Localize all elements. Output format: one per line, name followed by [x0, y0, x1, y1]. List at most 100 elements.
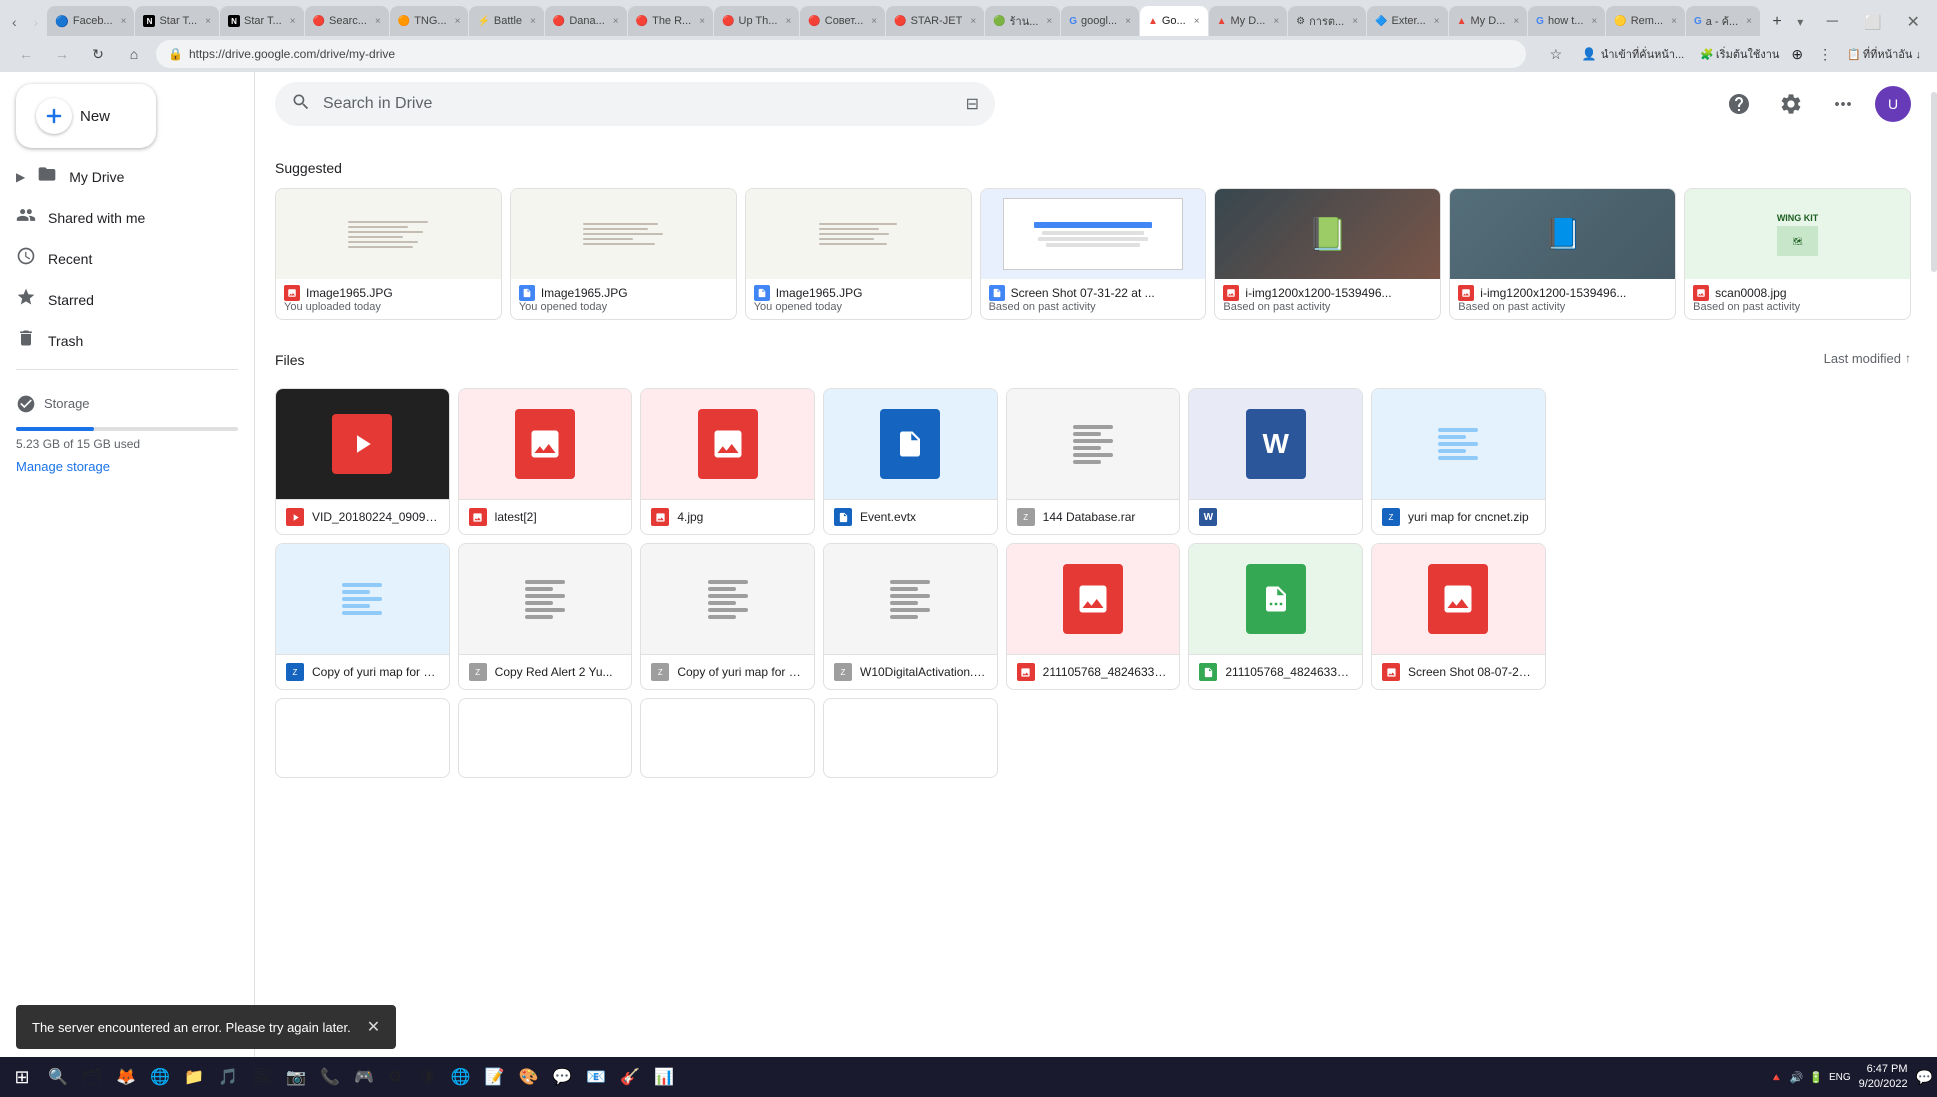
- tab-battle[interactable]: ⚡ Battle ×: [469, 6, 543, 36]
- taskbar-item-folder[interactable]: 📁: [178, 1059, 210, 1095]
- minimize-button[interactable]: ─: [1813, 8, 1852, 36]
- file-card-rar[interactable]: Z 144 Database.rar: [1006, 388, 1181, 535]
- close-window-button[interactable]: ✕: [1894, 8, 1933, 36]
- tab-thai[interactable]: 🟢 ร้าน... ×: [985, 6, 1060, 36]
- profile-button[interactable]: 👤 นำเข้าที่คั่นหน้า...: [1574, 45, 1692, 63]
- suggested-card-5[interactable]: 📗 i-img1200x1200-1539496... Based on pas…: [1214, 188, 1441, 320]
- new-button[interactable]: New: [16, 84, 156, 148]
- taskbar-item-media[interactable]: 🎵: [212, 1059, 244, 1095]
- file-card-doc1[interactable]: 211105768_48246334...: [1188, 543, 1363, 690]
- tab-thai2[interactable]: ⚙ การต... ×: [1288, 6, 1366, 36]
- taskbar-item-music[interactable]: 🎸: [614, 1059, 646, 1095]
- taskbar-item-email[interactable]: 📧: [580, 1059, 612, 1095]
- sort-bar[interactable]: Last modified ↑: [1824, 351, 1911, 366]
- tab-ther[interactable]: 🔴 The R... ×: [628, 6, 713, 36]
- url-bar[interactable]: 🔒 https://drive.google.com/drive/my-driv…: [156, 40, 1526, 68]
- scroll-indicator[interactable]: [1931, 92, 1937, 272]
- suggested-card-2[interactable]: Image1965.JPG You opened today: [510, 188, 737, 320]
- suggested-card-7[interactable]: WING KIT 🗺 scan0008.jpg: [1684, 188, 1911, 320]
- suggested-card-1[interactable]: Image1965.JPG You uploaded today: [275, 188, 502, 320]
- taskbar-search[interactable]: 🔍: [42, 1059, 74, 1095]
- file-card-row3-3[interactable]: [640, 698, 815, 778]
- tab-sovet[interactable]: 🔴 Совет... ×: [800, 6, 885, 36]
- tab-back-btn[interactable]: ‹: [4, 8, 25, 36]
- taskbar-item-camera[interactable]: 📷: [280, 1059, 312, 1095]
- file-card-img1[interactable]: 211105768_48246334...: [1006, 543, 1181, 690]
- tab-mydrive2[interactable]: ▲ My D... ×: [1449, 6, 1528, 36]
- back-button[interactable]: ←: [12, 40, 40, 68]
- tab-mydrive[interactable]: ▲ My D... ×: [1209, 6, 1288, 36]
- tab-list-button[interactable]: ▾: [1790, 8, 1811, 36]
- taskbar-item-firefox[interactable]: 🦊: [110, 1059, 142, 1095]
- sidebar-item-starred[interactable]: Starred: [0, 279, 246, 320]
- notifications-button[interactable]: 💬: [1916, 1069, 1933, 1086]
- taskbar-tray[interactable]: 🔺 🔊 🔋 ENG: [1770, 1071, 1851, 1084]
- taskbar-item-stats[interactable]: 📊: [648, 1059, 680, 1095]
- file-card-row3-1[interactable]: [275, 698, 450, 778]
- suggested-card-3[interactable]: Image1965.JPG You opened today: [745, 188, 972, 320]
- menu-button[interactable]: ⋮: [1811, 40, 1839, 68]
- forward-button[interactable]: →: [48, 40, 76, 68]
- file-card-row3-2[interactable]: [458, 698, 633, 778]
- sidebar-toggle[interactable]: 📋 ที่ที่หน้าอัน ↓: [1843, 45, 1925, 63]
- file-card-copy-yuri-gray[interactable]: Z Copy of yuri map for c...: [640, 543, 815, 690]
- file-card-event[interactable]: Event.evtx: [823, 388, 998, 535]
- start-button[interactable]: ⊞: [4, 1059, 40, 1095]
- tab-ext[interactable]: 🔷 Exter... ×: [1367, 6, 1448, 36]
- tab-star2[interactable]: N Star T... ×: [220, 6, 304, 36]
- file-card-word[interactable]: W W: [1188, 388, 1363, 535]
- taskbar-datetime[interactable]: 6:47 PM 9/20/2022: [1859, 1062, 1908, 1093]
- taskbar-item-phone[interactable]: 📞: [314, 1059, 346, 1095]
- filter-icon[interactable]: ⊟: [966, 94, 979, 114]
- taskbar-item-settings[interactable]: ⚙: [382, 1059, 408, 1095]
- file-card-screenshot[interactable]: Screen Shot 08-07-21 ...: [1371, 543, 1546, 690]
- file-card-vid[interactable]: VID_20180224_09092...: [275, 388, 450, 535]
- taskbar-item-file-explorer[interactable]: 🗂: [76, 1059, 108, 1095]
- suggested-card-6[interactable]: 📘 i-img1200x1200-1539496... Based on pas…: [1449, 188, 1676, 320]
- taskbar-item-photos[interactable]: 🖼: [246, 1059, 278, 1095]
- tab-forward-btn[interactable]: ›: [26, 8, 47, 36]
- tab-howto[interactable]: G how t... ×: [1528, 6, 1605, 36]
- notification-close[interactable]: ✕: [367, 1017, 380, 1037]
- sidebar-item-my-drive[interactable]: ▶ My Drive: [0, 156, 246, 197]
- bookmark-button[interactable]: ☆: [1542, 40, 1570, 68]
- file-card-4jpg[interactable]: 4.jpg: [640, 388, 815, 535]
- help-button[interactable]: [1719, 84, 1759, 124]
- file-card-w10[interactable]: Z W10DigitalActivation.z...: [823, 543, 998, 690]
- taskbar-item-games[interactable]: 🎮: [348, 1059, 380, 1095]
- file-card-yuri-zip[interactable]: Z yuri map for cncnet.zip: [1371, 388, 1546, 535]
- search-input[interactable]: [323, 95, 954, 113]
- sidebar-item-shared[interactable]: Shared with me: [0, 197, 246, 238]
- tab-ga[interactable]: G a - ค้... ×: [1686, 6, 1760, 36]
- file-card-row3-4[interactable]: [823, 698, 998, 778]
- taskbar-item-chat[interactable]: 💬: [546, 1059, 578, 1095]
- apps-button[interactable]: [1823, 84, 1863, 124]
- reload-button[interactable]: ↻: [84, 40, 112, 68]
- sidebar-item-recent[interactable]: Recent: [0, 238, 246, 279]
- suggested-card-4[interactable]: Screen Shot 07-31-22 at ... Based on pas…: [980, 188, 1207, 320]
- tab-facebook[interactable]: 🔵 Faceb... ×: [47, 6, 134, 36]
- tab-google[interactable]: G googl... ×: [1061, 6, 1139, 36]
- tab-upt[interactable]: 🔴 Up Th... ×: [714, 6, 799, 36]
- taskbar-item-edge[interactable]: 🌐: [445, 1059, 477, 1095]
- file-card-copy-yuri-blue[interactable]: Z Copy of yuri map for c...: [275, 543, 450, 690]
- tab-opera[interactable]: 🔴 Searc... ×: [305, 6, 389, 36]
- extensions-button[interactable]: 🧩 เริ่มต้นใช้งาน: [1696, 45, 1783, 63]
- taskbar-item-chrome[interactable]: 🌐: [144, 1059, 176, 1095]
- new-tab-button[interactable]: +: [1765, 8, 1789, 36]
- manage-storage-link[interactable]: Manage storage: [16, 459, 110, 474]
- sidebar-item-trash[interactable]: Trash: [0, 320, 246, 361]
- tab-starjet[interactable]: 🔴 STAR-JET ×: [886, 6, 984, 36]
- file-card-copy-red-alert[interactable]: Z Copy Red Alert 2 Yu...: [458, 543, 633, 690]
- taskbar-item-shield[interactable]: 🛡: [410, 1059, 442, 1095]
- taskbar-item-edit[interactable]: 📝: [479, 1059, 511, 1095]
- extensions-area[interactable]: ⊕: [1791, 46, 1803, 63]
- search-box[interactable]: ⊟: [275, 82, 995, 126]
- maximize-button[interactable]: ⬜: [1853, 8, 1892, 36]
- file-card-latest[interactable]: latest[2]: [458, 388, 633, 535]
- tab-tng[interactable]: 🟠 TNG... ×: [390, 6, 469, 36]
- tab-gdrive[interactable]: ▲ Go... ×: [1140, 6, 1208, 36]
- tab-notion1[interactable]: N Star T... ×: [135, 6, 219, 36]
- taskbar-item-paint[interactable]: 🎨: [513, 1059, 545, 1095]
- tab-dana[interactable]: 🔴 Dana... ×: [545, 6, 627, 36]
